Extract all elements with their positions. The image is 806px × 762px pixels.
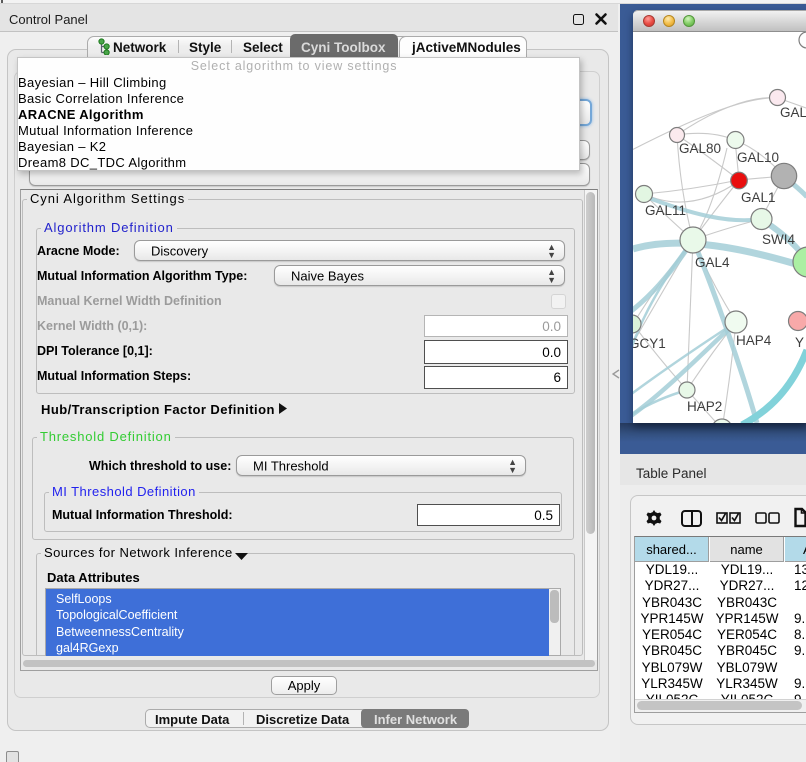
svg-text:GAL11: GAL11 (645, 203, 686, 218)
svg-text:GAL: GAL (780, 105, 806, 120)
svg-text:GAL10: GAL10 (737, 150, 779, 165)
svg-text:GCY1: GCY1 (633, 336, 666, 351)
svg-text:GAL1: GAL1 (741, 190, 776, 205)
svg-text:GAL80: GAL80 (679, 141, 721, 156)
svg-text:GAL4: GAL4 (695, 255, 730, 270)
svg-text:HAP2: HAP2 (687, 399, 722, 414)
svg-text:HAP4: HAP4 (736, 333, 772, 348)
svg-text:SWI4: SWI4 (762, 232, 795, 247)
svg-text:Y: Y (795, 335, 804, 350)
